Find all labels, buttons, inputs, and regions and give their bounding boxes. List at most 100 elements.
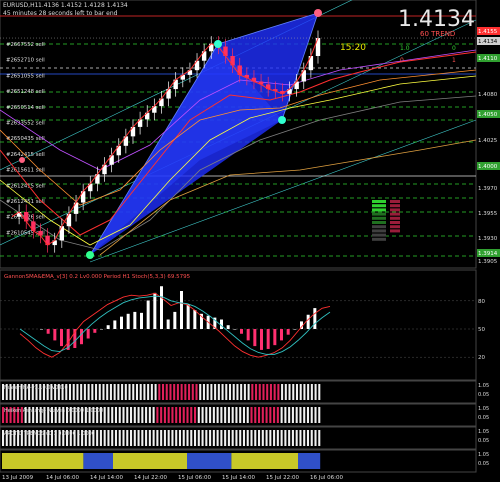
strip3-bar [114,430,118,446]
strip2-bar [145,407,148,423]
indicator-axis-label: 80 [478,299,485,305]
histogram-bar [313,308,317,329]
strip3-bar [167,430,170,446]
strip3-bar [299,430,302,446]
strip2-bar [269,407,272,423]
strip1-bar [165,384,168,400]
strip1-bar [288,384,291,400]
time-axis-label: 15 Jul 14:00 [222,475,255,481]
price-axis-label: 1.3955 [478,211,498,217]
strip2-bar [175,407,178,423]
histogram-bar [286,329,290,335]
signal-block [390,208,400,212]
strip3-bar [254,430,257,446]
strip3-bar [235,430,238,446]
histogram-bar [113,320,117,329]
histogram-bar [53,329,57,341]
strip1-bar [76,384,79,400]
strip1-bar [262,384,265,400]
strip2-bar [224,407,227,423]
strip3-bar [118,430,121,446]
histogram-bar [40,329,43,330]
strip1-bar [232,384,235,400]
time-axis-label: 15 Jul 06:00 [178,475,211,481]
strip1-bar [318,384,321,400]
histogram-bar [306,314,310,329]
strip1-title: Nuwen HA-v1.10.0 v0.0.0 [4,385,68,391]
strip2-bar [280,407,283,423]
strip2-bar [194,407,197,423]
strip1-bar [191,384,194,400]
strip1-bar [109,384,112,400]
strip2-bar [107,407,110,423]
signal-block [372,204,386,208]
strip2-bar [276,407,279,423]
order-label: #2652710 sell [6,58,45,64]
histogram-bar [86,329,90,339]
strip3-bar [178,430,182,446]
strip1-bar [255,384,258,400]
strip3-bar [227,430,230,446]
strip2-bar [284,407,287,423]
strip2-bar [303,407,306,423]
histogram-bar [160,286,163,329]
strip1-bar [102,384,105,400]
symbol-label: EURUSD,H1 [3,2,39,9]
strip3-bar [182,430,185,446]
strip1-bar [91,384,94,400]
strip3-bar [295,430,298,446]
strip2-bar [171,407,174,423]
strip1-bar [217,384,220,400]
strip2-bar [227,407,230,423]
histogram-bar [120,316,123,329]
histogram-bar [140,312,143,329]
strip3-bar [306,430,310,446]
strip2-bar [265,407,268,423]
chart-canvas: #2667552 sell #2652710 sell #2651055 sell #… [0,0,500,481]
signal-block [390,229,400,233]
strip2-bar [178,407,182,423]
strip1-bar [303,384,306,400]
strip2-bar [239,407,242,423]
strip2-bar [220,407,223,423]
strip1-bar [121,384,124,400]
strip1-bar [273,384,276,400]
order-label: #2612415 sell [6,183,45,189]
strip1-bar [72,384,75,400]
strip2-bar [126,407,129,423]
strip4-segment [83,453,113,469]
order-label: #2651248 sell [6,89,45,95]
strip3-bar [103,430,106,446]
histogram-bar [293,329,297,330]
strip1-bar [210,384,213,400]
strip2-bar [111,407,114,423]
strip1-bar [314,384,317,400]
strip3-bar [284,430,287,446]
histogram-bar [133,311,137,329]
mini-label-1: 0 [400,57,404,64]
histogram-bar [240,329,243,334]
histogram-bar [173,311,177,329]
strip1-bar [80,384,83,400]
signal-block [390,204,400,208]
strip4-segment [231,453,298,469]
strip1-bar [184,384,187,400]
strip1-bar [214,384,217,400]
strip1-bar [158,384,161,400]
signal-block [390,221,400,224]
strip3-bar [276,430,279,446]
histogram-bar [180,291,183,329]
trend-label: 60 TREND [420,30,455,38]
strip3-bar [291,430,294,446]
signal-block [390,200,400,203]
strip3-bar [314,430,317,446]
order-label: #2633552 sell [6,121,45,127]
strip3-bar [318,430,321,446]
strip3-bar [201,430,204,446]
strip3-bar [137,430,140,446]
price-axis-label: 1.4155 [478,29,498,35]
strip3-bar [303,430,306,446]
strip3-bar [273,430,276,446]
histogram-bar [193,310,197,329]
strip3-bar [269,430,272,446]
